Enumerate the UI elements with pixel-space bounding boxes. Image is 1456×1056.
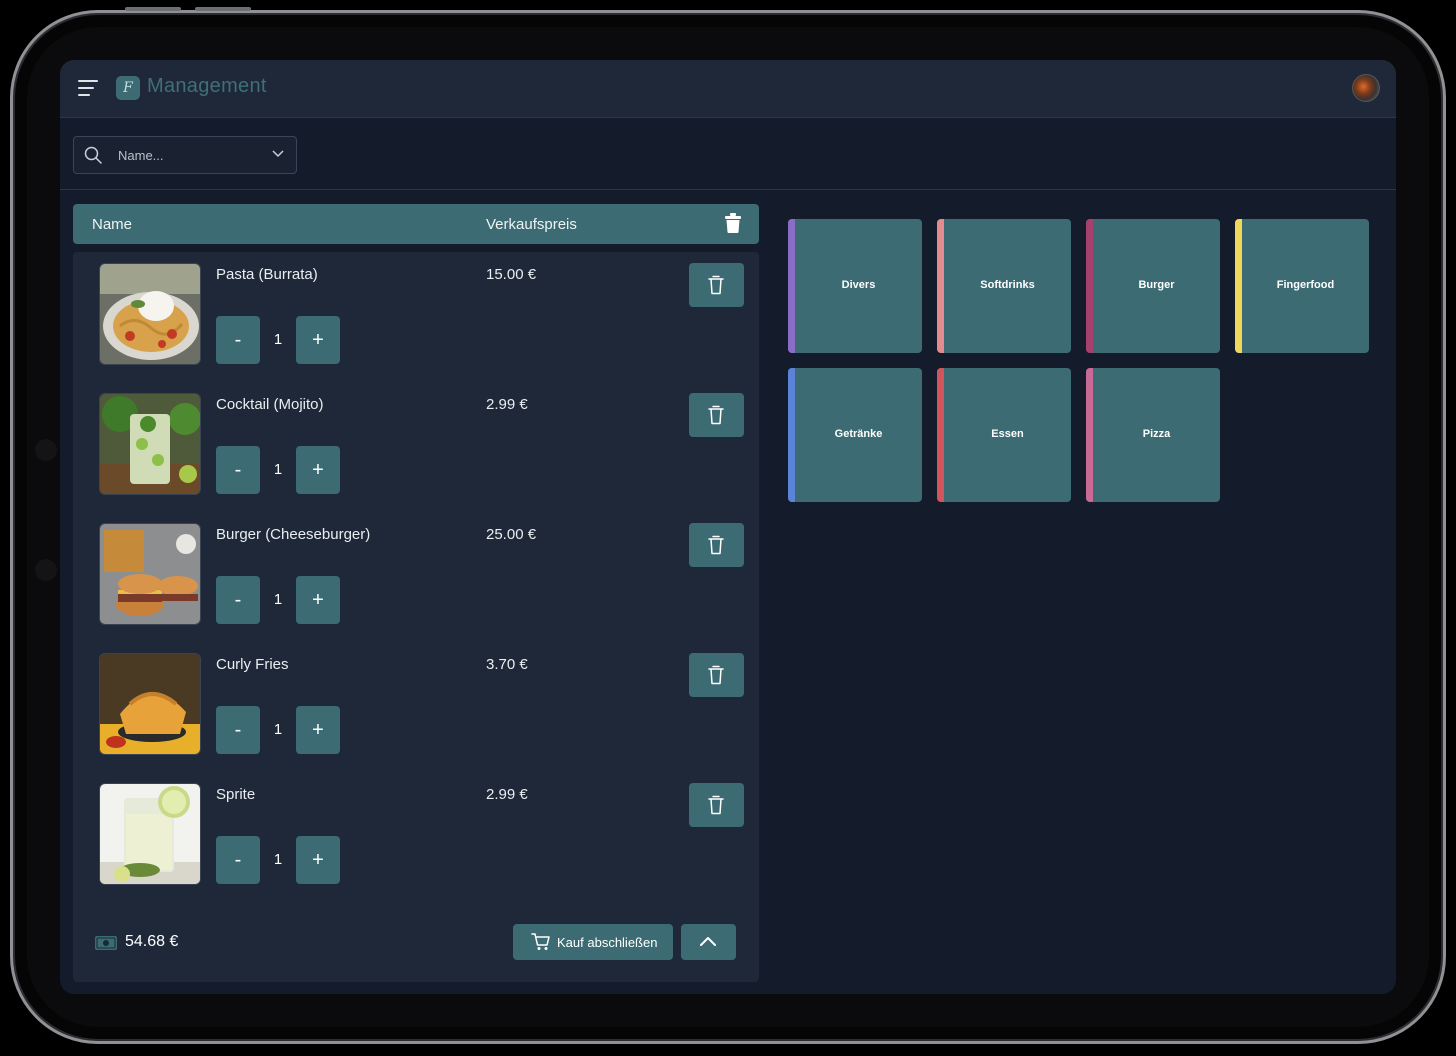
delete-item-button[interactable] <box>689 523 744 567</box>
top-bar: F Management <box>60 60 1396 118</box>
category-color-stripe <box>937 368 944 502</box>
cart-panel: Name Verkaufspreis Pasta (Burrata) 15.00… <box>73 204 759 982</box>
cart-item: Burger (Cheeseburger) 25.00 € - 1 + <box>73 512 759 642</box>
category-tile-essen[interactable]: Essen <box>937 368 1071 502</box>
item-name: Burger (Cheeseburger) <box>216 526 371 543</box>
decrease-quantity-button[interactable]: - <box>216 316 260 364</box>
trash-icon <box>708 405 724 425</box>
app-logo-icon: F <box>116 76 140 100</box>
increase-quantity-button[interactable]: + <box>296 836 340 884</box>
search-icon <box>84 146 102 164</box>
column-header-price: Verkaufspreis <box>486 216 577 233</box>
category-color-stripe <box>788 219 795 353</box>
decrease-quantity-button[interactable]: - <box>216 446 260 494</box>
category-color-stripe <box>1235 219 1242 353</box>
increase-quantity-button[interactable]: + <box>296 446 340 494</box>
fries-image <box>99 653 201 755</box>
increase-quantity-button[interactable]: + <box>296 706 340 754</box>
item-name: Curly Fries <box>216 656 289 673</box>
category-tile-divers[interactable]: Divers <box>788 219 922 353</box>
item-quantity: 1 <box>273 461 283 478</box>
chevron-down-icon[interactable] <box>272 150 284 158</box>
category-tile-pizza[interactable]: Pizza <box>1086 368 1220 502</box>
item-quantity: 1 <box>273 331 283 348</box>
cart-item: Pasta (Burrata) 15.00 € - 1 + <box>73 252 759 382</box>
cart-header: Name Verkaufspreis <box>73 204 759 244</box>
cart-item: Curly Fries 3.70 € - 1 + <box>73 642 759 772</box>
delete-item-button[interactable] <box>689 263 744 307</box>
category-label: Getränke <box>834 428 883 440</box>
category-label: Softdrinks <box>980 279 1035 291</box>
item-price: 15.00 € <box>486 266 537 283</box>
search-row <box>60 118 1396 190</box>
app-title: Management <box>147 75 267 97</box>
hamburger-menu-icon[interactable] <box>78 80 98 96</box>
checkout-button[interactable]: Kauf abschließen <box>513 924 673 960</box>
item-price: 25.00 € <box>486 526 537 543</box>
clear-cart-trash-icon[interactable] <box>725 213 741 233</box>
cart-list: Pasta (Burrata) 15.00 € - 1 + Cocktail (… <box>73 252 759 982</box>
cash-icon <box>95 936 117 950</box>
chevron-up-icon <box>700 937 716 946</box>
delete-item-button[interactable] <box>689 393 744 437</box>
category-tile-burger[interactable]: Burger <box>1086 219 1220 353</box>
item-name: Sprite <box>216 786 256 803</box>
burger-image <box>99 523 201 625</box>
category-color-stripe <box>937 219 944 353</box>
column-header-name: Name <box>92 216 133 233</box>
shopping-cart-icon <box>531 933 550 950</box>
trash-icon <box>708 795 724 815</box>
category-tile-fingerfood[interactable]: Fingerfood <box>1235 219 1369 353</box>
category-color-stripe <box>1086 368 1093 502</box>
delete-item-button[interactable] <box>689 783 744 827</box>
increase-quantity-button[interactable]: + <box>296 576 340 624</box>
decrease-quantity-button[interactable]: - <box>216 706 260 754</box>
search-input[interactable] <box>118 145 258 165</box>
device-button <box>195 7 251 11</box>
pasta-image <box>99 263 201 365</box>
device-sensor <box>35 559 57 581</box>
increase-quantity-button[interactable]: + <box>296 316 340 364</box>
item-price: 2.99 € <box>486 786 528 803</box>
mojito-image <box>99 393 201 495</box>
item-price: 3.70 € <box>486 656 528 673</box>
item-price: 2.99 € <box>486 396 528 413</box>
trash-icon <box>708 535 724 555</box>
category-color-stripe <box>788 368 795 502</box>
category-tile-getraenke[interactable]: Getränke <box>788 368 922 502</box>
checkout-label: Kauf abschließen <box>557 935 658 950</box>
cart-item: Cocktail (Mojito) 2.99 € - 1 + <box>73 382 759 512</box>
category-label: Pizza <box>1142 428 1171 440</box>
app-screen: F Management Name Verkaufspreis <box>60 60 1396 994</box>
trash-icon <box>708 665 724 685</box>
decrease-quantity-button[interactable]: - <box>216 576 260 624</box>
item-name: Pasta (Burrata) <box>216 266 318 283</box>
device-camera <box>35 439 57 461</box>
item-quantity: 1 <box>273 851 283 868</box>
decrease-quantity-button[interactable]: - <box>216 836 260 884</box>
expand-button[interactable] <box>681 924 736 960</box>
category-color-stripe <box>1086 219 1093 353</box>
search-dropdown[interactable] <box>73 136 297 174</box>
sprite-image <box>99 783 201 885</box>
trash-icon <box>708 275 724 295</box>
category-tile-softdrinks[interactable]: Softdrinks <box>937 219 1071 353</box>
category-label: Burger <box>1138 279 1175 291</box>
item-name: Cocktail (Mojito) <box>216 396 324 413</box>
item-quantity: 1 <box>273 591 283 608</box>
user-avatar[interactable] <box>1352 74 1380 102</box>
cart-footer: 54.68 € Kauf abschließen <box>73 920 759 980</box>
item-quantity: 1 <box>273 721 283 738</box>
category-label: Fingerfood <box>1276 279 1335 291</box>
category-label: Essen <box>991 428 1024 440</box>
category-grid: Divers Softdrinks Burger Fingerfood Getr… <box>788 219 1378 519</box>
cart-item: Sprite 2.99 € - 1 + <box>73 772 759 902</box>
device-button <box>125 7 181 11</box>
category-label: Divers <box>841 279 876 291</box>
delete-item-button[interactable] <box>689 653 744 697</box>
cart-total: 54.68 € <box>125 933 179 950</box>
